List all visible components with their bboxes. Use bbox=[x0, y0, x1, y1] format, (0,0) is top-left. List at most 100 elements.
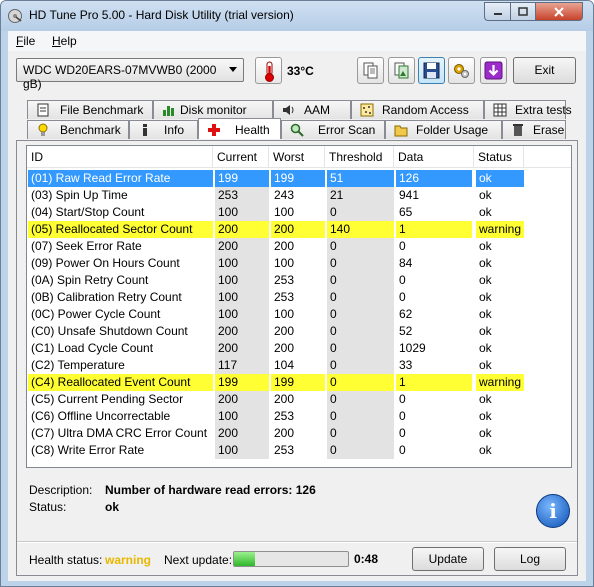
table-row[interactable]: (07) Seek Error Rate 200 200 0 0 ok bbox=[27, 238, 571, 255]
table-row[interactable]: (0A) Spin Retry Count 100 253 0 0 ok bbox=[27, 272, 571, 289]
drive-select[interactable]: WDC WD20EARS-07MVWB0 (2000 gB) bbox=[16, 58, 244, 91]
tab-extra-tests[interactable]: Extra tests bbox=[484, 100, 572, 119]
cell-id: (03) Spin Up Time bbox=[31, 188, 128, 202]
table-row[interactable]: (09) Power On Hours Count 100 100 0 84 ok bbox=[27, 255, 571, 272]
table-row[interactable]: (01) Raw Read Error Rate 199 199 51 126 ok bbox=[27, 170, 571, 187]
gears-icon bbox=[454, 64, 469, 78]
cell-worst: 199 bbox=[271, 374, 325, 391]
cell-worst: 200 bbox=[274, 341, 295, 355]
menu-help[interactable]: Help bbox=[52, 34, 77, 48]
copy-image-icon bbox=[394, 62, 409, 79]
cell-id: (0B) Calibration Retry Count bbox=[31, 290, 182, 304]
cell-worst: 200 bbox=[274, 392, 295, 406]
column-header-threshold[interactable]: Threshold bbox=[325, 146, 394, 168]
cell-status: ok bbox=[479, 443, 492, 457]
cell-id: (04) Start/Stop Count bbox=[31, 205, 145, 219]
folder-icon bbox=[394, 125, 408, 137]
table-row[interactable]: (0B) Calibration Retry Count 100 253 0 0 ok bbox=[27, 289, 571, 306]
cell-status: ok bbox=[476, 170, 524, 187]
cell-current: 117 bbox=[215, 357, 269, 374]
cell-status: ok bbox=[479, 307, 492, 321]
tab-aam[interactable]: AAM bbox=[273, 100, 351, 119]
column-header-worst[interactable]: Worst bbox=[269, 146, 325, 168]
copy-text-button[interactable] bbox=[357, 57, 384, 84]
copy-screenshot-button[interactable] bbox=[388, 57, 415, 84]
health-status-label: Health status: bbox=[29, 553, 103, 567]
options-button[interactable] bbox=[448, 57, 475, 84]
download-button[interactable] bbox=[480, 57, 507, 84]
table-row[interactable]: (C8) Write Error Rate 100 253 0 0 ok bbox=[27, 442, 571, 459]
cell-worst: 200 bbox=[274, 426, 295, 440]
divider bbox=[17, 541, 577, 543]
cell-threshold: 0 bbox=[327, 408, 394, 425]
cell-data: 33 bbox=[399, 358, 413, 372]
tab-file-benchmark[interactable]: File Benchmark bbox=[27, 100, 153, 119]
update-progress-bar bbox=[233, 551, 349, 567]
table-row[interactable]: (C2) Temperature 117 104 0 33 ok bbox=[27, 357, 571, 374]
info-icon[interactable]: i bbox=[536, 494, 570, 528]
cell-id: (05) Reallocated Sector Count bbox=[28, 221, 213, 238]
column-header-id[interactable]: ID bbox=[27, 146, 213, 168]
tab-erase[interactable]: Erase bbox=[502, 120, 566, 139]
menu-file[interactable]: File bbox=[16, 34, 35, 48]
table-row[interactable]: (C0) Unsafe Shutdown Count 200 200 0 52 ok bbox=[27, 323, 571, 340]
table-row[interactable]: (C1) Load Cycle Count 200 200 0 1029 ok bbox=[27, 340, 571, 357]
log-button[interactable]: Log bbox=[494, 547, 566, 571]
smart-table[interactable]: ID Current Worst Threshold Data Status (… bbox=[26, 145, 572, 468]
thermometer-button[interactable] bbox=[255, 57, 282, 84]
cell-current: 100 bbox=[215, 272, 269, 289]
cell-data: 126 bbox=[396, 170, 472, 187]
column-header-data[interactable]: Data bbox=[394, 146, 474, 168]
chevron-down-icon bbox=[229, 67, 237, 72]
table-row[interactable]: (C7) Ultra DMA CRC Error Count 200 200 0 0 ok bbox=[27, 425, 571, 442]
column-header-status[interactable]: Status bbox=[474, 146, 524, 168]
cell-id: (C1) Load Cycle Count bbox=[31, 341, 154, 355]
cell-status: ok bbox=[479, 409, 492, 423]
cell-threshold: 0 bbox=[327, 357, 394, 374]
cell-status: warning bbox=[476, 374, 524, 391]
red-cross-icon bbox=[208, 124, 220, 136]
close-icon bbox=[554, 6, 564, 17]
exit-button[interactable]: Exit bbox=[513, 57, 576, 84]
maximize-button[interactable] bbox=[510, 2, 536, 21]
download-arrow-icon bbox=[484, 61, 503, 80]
cell-status: ok bbox=[479, 392, 492, 406]
cell-current: 200 bbox=[215, 323, 269, 340]
tab-random-access[interactable]: Random Access bbox=[351, 100, 484, 119]
close-button[interactable] bbox=[535, 2, 583, 21]
cell-worst: 253 bbox=[274, 443, 295, 457]
title-bar: HD Tune Pro 5.00 - Hard Disk Utility (tr… bbox=[1, 1, 593, 31]
cell-status: ok bbox=[479, 239, 492, 253]
cell-current: 200 bbox=[215, 238, 269, 255]
table-row[interactable]: (03) Spin Up Time 253 243 21 941 ok bbox=[27, 187, 571, 204]
cell-worst: 199 bbox=[271, 170, 325, 187]
table-row[interactable]: (04) Start/Stop Count 100 100 0 65 ok bbox=[27, 204, 571, 221]
table-body: (01) Raw Read Error Rate 199 199 51 126 ok (03… bbox=[27, 170, 571, 459]
cell-id: (C6) Offline Uncorrectable bbox=[31, 409, 171, 423]
table-row[interactable]: (C5) Current Pending Sector 200 200 0 0 ok bbox=[27, 391, 571, 408]
minimize-icon bbox=[493, 12, 502, 15]
tab-folder-usage[interactable]: Folder Usage bbox=[385, 120, 502, 139]
cell-threshold: 0 bbox=[327, 289, 394, 306]
cell-threshold: 51 bbox=[327, 170, 394, 187]
save-button[interactable] bbox=[418, 57, 445, 84]
cell-current: 199 bbox=[215, 170, 269, 187]
cell-id: (0A) Spin Retry Count bbox=[31, 273, 149, 287]
tab-health[interactable]: Health bbox=[198, 118, 281, 139]
cell-id: (C8) Write Error Rate bbox=[31, 443, 145, 457]
table-row[interactable]: (C6) Offline Uncorrectable 100 253 0 0 ok bbox=[27, 408, 571, 425]
tab-benchmark[interactable]: Benchmark bbox=[27, 120, 129, 139]
cell-threshold: 0 bbox=[327, 442, 394, 459]
tab-disk-monitor[interactable]: Disk monitor bbox=[153, 100, 273, 119]
cell-status: ok bbox=[479, 205, 492, 219]
cell-threshold: 0 bbox=[327, 391, 394, 408]
table-row[interactable]: (05) Reallocated Sector Count 200 200 140 1 w… bbox=[27, 221, 571, 238]
table-row[interactable]: (C4) Reallocated Event Count 199 199 0 1 warn… bbox=[27, 374, 571, 391]
table-row[interactable]: (0C) Power Cycle Count 100 100 0 62 ok bbox=[27, 306, 571, 323]
cell-threshold: 21 bbox=[327, 187, 394, 204]
column-header-current[interactable]: Current bbox=[213, 146, 269, 168]
tab-error-scan[interactable]: Error Scan bbox=[281, 120, 385, 139]
update-button[interactable]: Update bbox=[412, 547, 484, 571]
minimize-button[interactable] bbox=[484, 2, 511, 21]
tab-info[interactable]: Info bbox=[129, 120, 198, 139]
